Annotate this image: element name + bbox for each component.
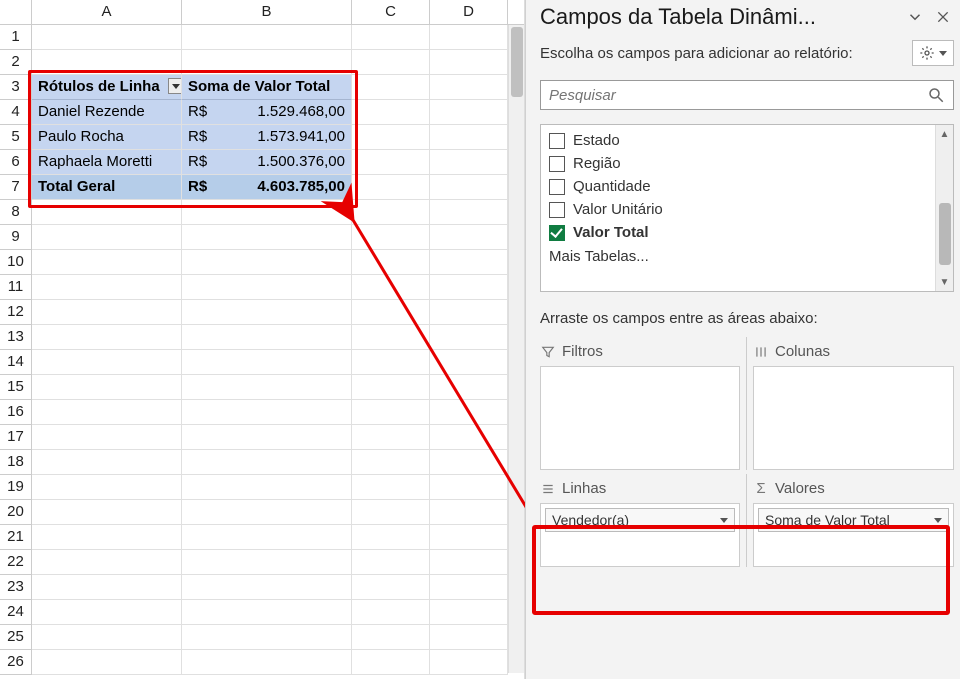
scroll-down-icon[interactable]: ▼ — [936, 273, 953, 291]
gear-icon — [919, 45, 935, 61]
area-columns-header: Colunas — [753, 337, 954, 366]
pivot-row-cell[interactable]: Paulo Rocha — [32, 125, 182, 150]
col-C-header[interactable]: C — [352, 0, 430, 24]
pivot-total-value[interactable]: R$4.603.785,00 — [182, 175, 352, 200]
search-input-wrap[interactable] — [540, 80, 954, 110]
select-all-corner[interactable] — [0, 0, 32, 24]
choose-fields-label: Escolha os campos para adicionar ao rela… — [540, 45, 912, 62]
pivot-row-header-label: Rótulos de Linha — [38, 78, 160, 95]
area-values-header: Σ Valores — [753, 474, 954, 503]
row-4-header[interactable]: 4 — [0, 100, 32, 125]
row-18-header[interactable]: 18 — [0, 450, 32, 475]
spreadsheet-grid[interactable]: A B C D 1 2 3 Rótulos de Linha Soma de V… — [0, 0, 525, 679]
row-9-header[interactable]: 9 — [0, 225, 32, 250]
row-3-header[interactable]: 3 — [0, 75, 32, 100]
row-25-header[interactable]: 25 — [0, 625, 32, 650]
area-values-body[interactable]: Soma de Valor Total — [753, 503, 954, 567]
row-21-header[interactable]: 21 — [0, 525, 32, 550]
area-rows-header: Linhas — [540, 474, 740, 503]
row-26-header[interactable]: 26 — [0, 650, 32, 675]
search-input[interactable] — [549, 87, 927, 104]
chevron-down-icon[interactable] — [934, 518, 942, 523]
pivot-value-cell[interactable]: R$1.529.468,00 — [182, 100, 352, 125]
field-regiao[interactable]: Região — [541, 152, 935, 175]
row-6-header[interactable]: 6 — [0, 150, 32, 175]
row-15-header[interactable]: 15 — [0, 375, 32, 400]
row-10-header[interactable]: 10 — [0, 250, 32, 275]
collapse-icon[interactable] — [904, 6, 926, 28]
field-valor-unitario[interactable]: Valor Unitário — [541, 198, 935, 221]
sigma-icon: Σ — [753, 480, 769, 497]
field-valor-total[interactable]: Valor Total — [541, 221, 935, 244]
checkbox-icon[interactable] — [549, 156, 565, 172]
pivot-row-header[interactable]: Rótulos de Linha — [32, 75, 182, 100]
field-quantidade[interactable]: Quantidade — [541, 175, 935, 198]
field-list-scrollbar[interactable]: ▲ ▼ — [935, 125, 953, 291]
checkbox-checked-icon[interactable] — [549, 225, 565, 241]
row-5-header[interactable]: 5 — [0, 125, 32, 150]
area-filters-header: Filtros — [540, 337, 740, 366]
filter-icon — [540, 345, 556, 359]
area-columns-body[interactable] — [753, 366, 954, 470]
pivot-value-cell[interactable]: R$1.573.941,00 — [182, 125, 352, 150]
row-19-header[interactable]: 19 — [0, 475, 32, 500]
pivot-row-cell[interactable]: Daniel Rezende — [32, 100, 182, 125]
search-icon — [927, 86, 945, 104]
pivot-row-cell[interactable]: Raphaela Moretti — [32, 150, 182, 175]
row-24-header[interactable]: 24 — [0, 600, 32, 625]
columns-icon — [753, 345, 769, 359]
row-8-header[interactable]: 8 — [0, 200, 32, 225]
field-list[interactable]: Estado Região Quantidade Valor Unitário … — [540, 124, 954, 292]
row-16-header[interactable]: 16 — [0, 400, 32, 425]
checkbox-icon[interactable] — [549, 179, 565, 195]
drag-instruction: Arraste os campos entre as áreas abaixo: — [540, 310, 954, 327]
column-headers: A B C D — [0, 0, 524, 25]
pivot-value-cell[interactable]: R$1.500.376,00 — [182, 150, 352, 175]
row-17-header[interactable]: 17 — [0, 425, 32, 450]
row-13-header[interactable]: 13 — [0, 325, 32, 350]
close-icon[interactable] — [932, 6, 954, 28]
col-A-header[interactable]: A — [32, 0, 182, 24]
pivot-filter-dropdown[interactable] — [168, 78, 182, 94]
checkbox-icon[interactable] — [549, 202, 565, 218]
pivot-total-label[interactable]: Total Geral — [32, 175, 182, 200]
scroll-up-icon[interactable]: ▲ — [936, 125, 953, 143]
row-2-header[interactable]: 2 — [0, 50, 32, 75]
row-pill-vendedor[interactable]: Vendedor(a) — [545, 508, 735, 532]
sheet-vertical-scrollbar[interactable] — [508, 25, 524, 673]
row-11-header[interactable]: 11 — [0, 275, 32, 300]
more-tables-link[interactable]: Mais Tabelas... — [541, 244, 935, 269]
checkbox-icon[interactable] — [549, 133, 565, 149]
row-22-header[interactable]: 22 — [0, 550, 32, 575]
value-pill-soma[interactable]: Soma de Valor Total — [758, 508, 949, 532]
pane-title: Campos da Tabela Dinâmi... — [540, 4, 898, 30]
row-1-header[interactable]: 1 — [0, 25, 32, 50]
row-23-header[interactable]: 23 — [0, 575, 32, 600]
col-D-header[interactable]: D — [430, 0, 508, 24]
col-B-header[interactable]: B — [182, 0, 352, 24]
pivot-value-header[interactable]: Soma de Valor Total — [182, 75, 352, 100]
chevron-down-icon — [939, 51, 947, 56]
area-filters-body[interactable] — [540, 366, 740, 470]
area-rows-body[interactable]: Vendedor(a) — [540, 503, 740, 567]
chevron-down-icon[interactable] — [720, 518, 728, 523]
row-20-header[interactable]: 20 — [0, 500, 32, 525]
rows-icon — [540, 482, 556, 496]
pane-options-button[interactable] — [912, 40, 954, 66]
row-12-header[interactable]: 12 — [0, 300, 32, 325]
row-7-header[interactable]: 7 — [0, 175, 32, 200]
field-estado[interactable]: Estado — [541, 129, 935, 152]
row-14-header[interactable]: 14 — [0, 350, 32, 375]
pivot-fields-pane: Campos da Tabela Dinâmi... Escolha os ca… — [525, 0, 960, 679]
